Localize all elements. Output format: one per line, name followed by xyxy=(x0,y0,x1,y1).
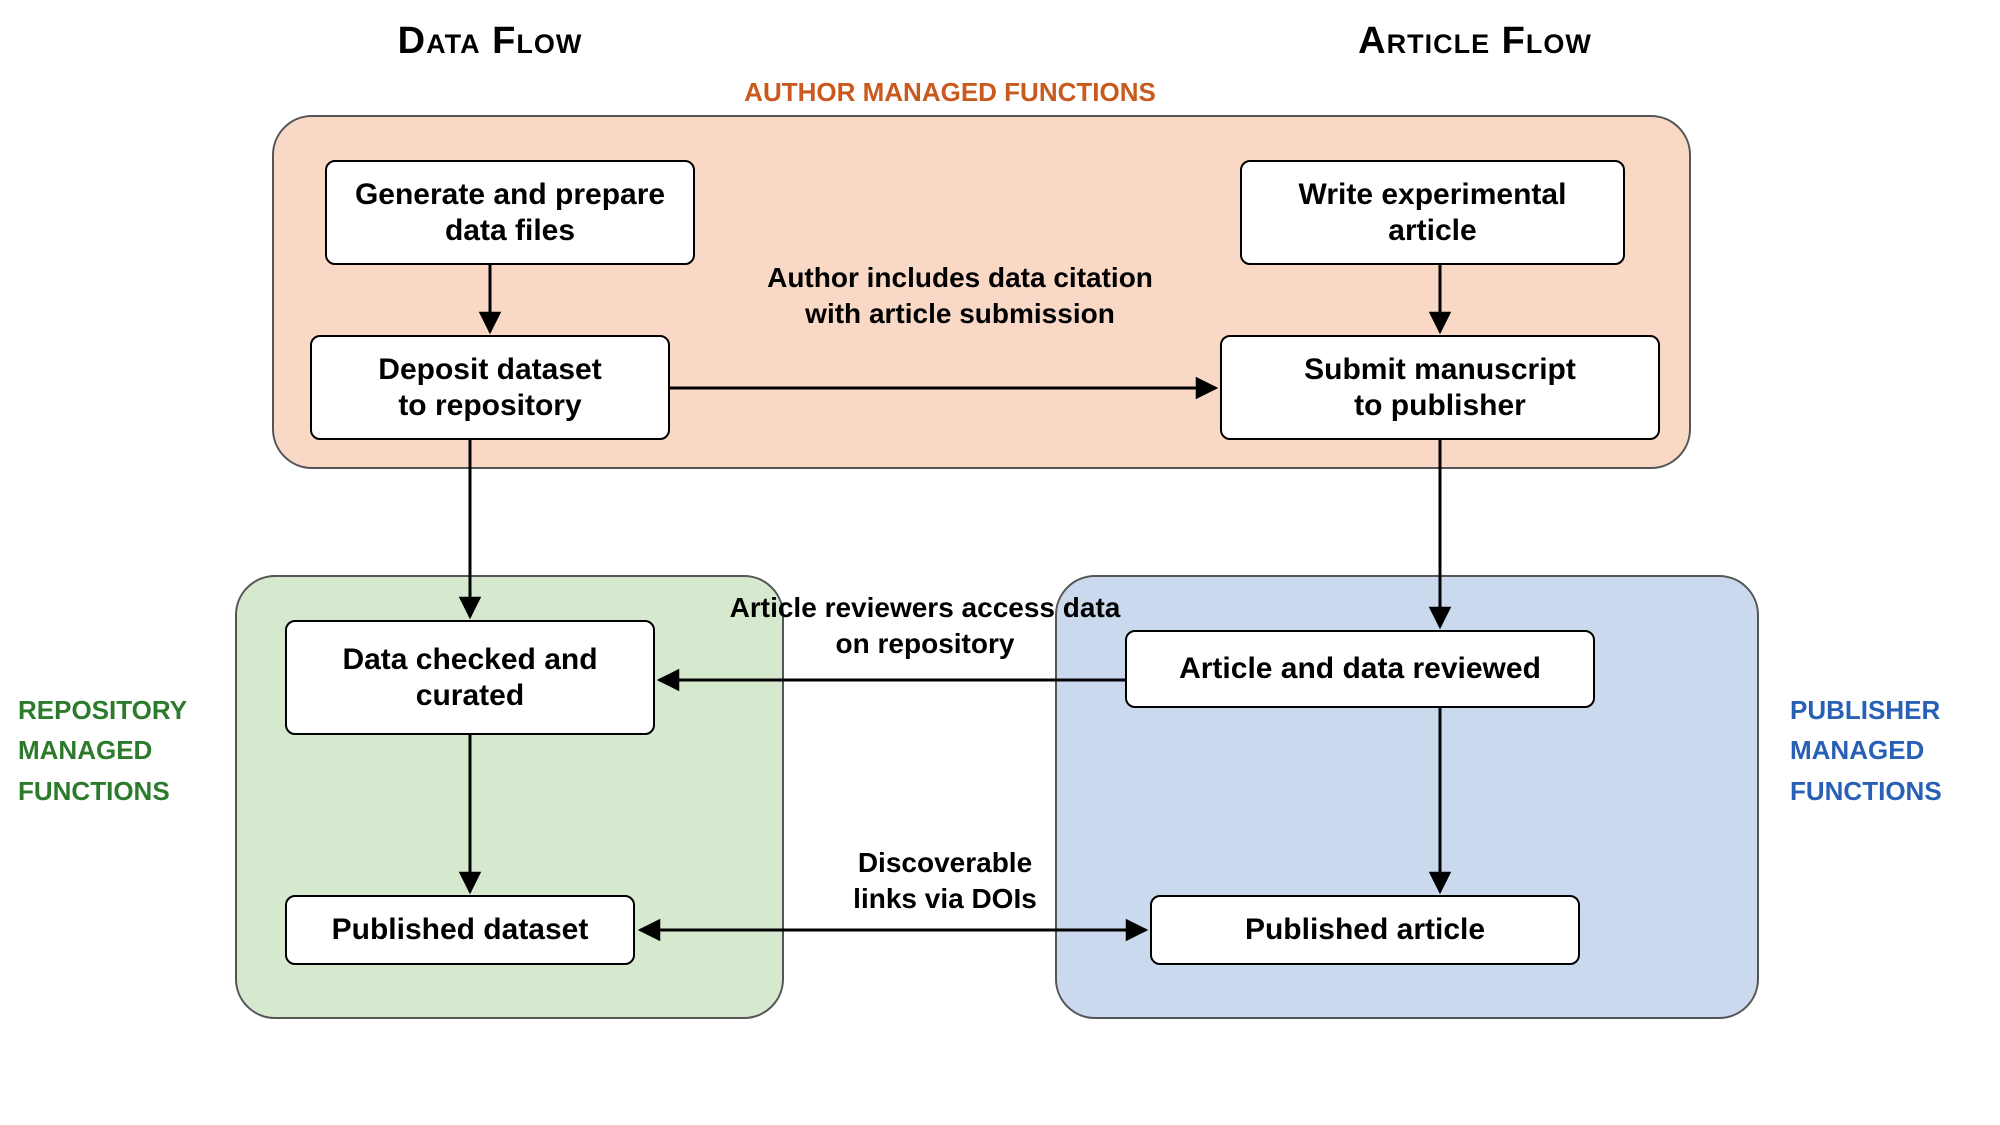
reviewed-box: Article and data reviewed xyxy=(1125,630,1595,708)
article-flow-heading: Article Flow xyxy=(1290,20,1660,63)
published-article-box: Published article xyxy=(1150,895,1580,965)
deposit-box: Deposit dataset to repository xyxy=(310,335,670,440)
author-managed-label: AUTHOR MANAGED FUNCTIONS xyxy=(700,72,1200,112)
dois-label: Discoverable links via DOIs xyxy=(800,845,1090,918)
cite-label: Author includes data citation with artic… xyxy=(730,260,1190,333)
checked-box: Data checked and curated xyxy=(285,620,655,735)
submit-box: Submit manuscript to publisher xyxy=(1220,335,1660,440)
data-flow-heading: Data Flow xyxy=(330,20,650,63)
reviewers-label: Article reviewers access data on reposit… xyxy=(685,590,1165,663)
published-dataset-box: Published dataset xyxy=(285,895,635,965)
publisher-managed-label: PUBLISHER MANAGED FUNCTIONS xyxy=(1790,690,1990,811)
generate-box: Generate and prepare data files xyxy=(325,160,695,265)
write-box: Write experimental article xyxy=(1240,160,1625,265)
repository-managed-label: REPOSITORY MANAGED FUNCTIONS xyxy=(18,690,228,811)
